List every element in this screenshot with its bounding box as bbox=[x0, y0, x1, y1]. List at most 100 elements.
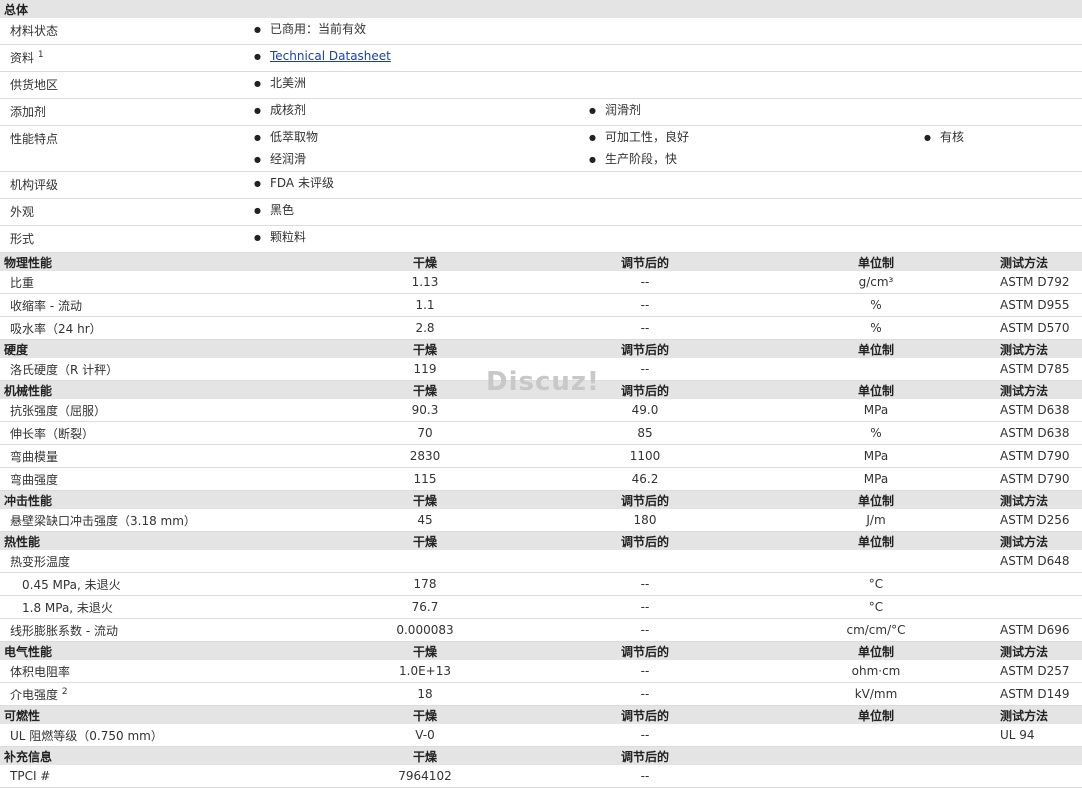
general-section: 总体材料状态 已商用：当前有效资料 1 Technical Datasheet 供货地… bbox=[0, 0, 1082, 253]
unit-value: MPa bbox=[760, 399, 992, 422]
property-name-text: 线形膨胀系数 - 流动 bbox=[10, 623, 118, 638]
col-header-unit: 单位制 bbox=[760, 339, 992, 358]
properties-table: 总体材料状态 已商用：当前有效资料 1 Technical Datasheet 供货地… bbox=[0, 0, 1082, 253]
property-row: TPCI # 7964102 -- bbox=[0, 765, 1082, 788]
unit-value: % bbox=[760, 421, 992, 445]
dry-value: V-0 bbox=[320, 724, 530, 747]
property-name: 弯曲模量 bbox=[0, 444, 320, 468]
general-label: 资料 1 bbox=[0, 44, 250, 72]
dry-value: 1.13 bbox=[320, 271, 530, 294]
general-value bbox=[585, 171, 920, 199]
col-header-empty bbox=[760, 746, 992, 765]
dry-value: 70 bbox=[320, 421, 530, 445]
general-value bbox=[920, 198, 1082, 226]
dry-value: 18 bbox=[320, 682, 530, 706]
unit-value: % bbox=[760, 316, 992, 340]
conditioned-value: 49.0 bbox=[530, 399, 760, 422]
general-value bbox=[920, 98, 1082, 126]
property-name-text: 抗张强度（屈服） bbox=[10, 403, 107, 418]
property-row: 1.8 MPa, 未退火 76.7 -- °C bbox=[0, 595, 1082, 619]
col-header-dry: 干燥 bbox=[320, 641, 530, 660]
section-header: 电气性能 干燥 调节后的 单位制 测试方法 bbox=[0, 641, 1082, 660]
property-name: 吸水率（24 hr） bbox=[0, 316, 320, 340]
property-name-text: 介电强度 bbox=[10, 687, 59, 702]
bullet-item: 北美洲 bbox=[254, 73, 581, 95]
test-method: ASTM D790 bbox=[992, 467, 1082, 491]
conditioned-value: 1100 bbox=[530, 444, 760, 468]
property-name-text: 热变形温度 bbox=[10, 554, 71, 569]
property-name-text: TPCI # bbox=[10, 769, 51, 783]
property-name: 介电强度 2 bbox=[0, 682, 320, 706]
section-header-general: 总体 bbox=[0, 0, 1082, 18]
general-value bbox=[920, 18, 1082, 45]
section-header: 可燃性 干燥 调节后的 单位制 测试方法 bbox=[0, 705, 1082, 724]
section-title: 电气性能 bbox=[0, 641, 320, 660]
property-name: 热变形温度 bbox=[0, 550, 320, 573]
label-text: 添加剂 bbox=[10, 105, 47, 119]
property-row: 0.45 MPa, 未退火 178 -- °C bbox=[0, 572, 1082, 596]
conditioned-value: -- bbox=[530, 572, 760, 596]
property-name: 体积电阻率 bbox=[0, 660, 320, 683]
dry-value: 1.0E+13 bbox=[320, 660, 530, 683]
property-name: UL 阻燃等级（0.750 mm） bbox=[0, 724, 320, 747]
col-header-unit: 单位制 bbox=[760, 253, 992, 271]
bullet-item: 低萃取物 bbox=[254, 127, 581, 149]
bullet-item: 经润滑 bbox=[254, 149, 581, 171]
conditioned-value: -- bbox=[530, 358, 760, 381]
col-header-unit: 单位制 bbox=[760, 705, 992, 724]
unit-value: °C bbox=[760, 595, 992, 619]
unit-value bbox=[760, 550, 992, 573]
property-row: 抗张强度（屈服） 90.3 49.0 MPa ASTM D638 bbox=[0, 399, 1082, 422]
general-row: 性能特点 低萃取物经润滑可加工性，良好生产阶段，快有核 bbox=[0, 125, 1082, 172]
general-value bbox=[585, 225, 920, 253]
col-header-dry: 干燥 bbox=[320, 490, 530, 509]
dry-value: 119 bbox=[320, 358, 530, 381]
unit-value: MPa bbox=[760, 444, 992, 468]
section-header: 物理性能 干燥 调节后的 单位制 测试方法 bbox=[0, 253, 1082, 271]
property-name: TPCI # bbox=[0, 765, 320, 788]
section-title: 机械性能 bbox=[0, 380, 320, 399]
col-header-dry: 干燥 bbox=[320, 253, 530, 271]
property-row: 弯曲强度 115 46.2 MPa ASTM D790 bbox=[0, 467, 1082, 491]
test-method: ASTM D785 bbox=[992, 358, 1082, 381]
property-name-text: 1.8 MPa, 未退火 bbox=[22, 600, 113, 615]
conditioned-value: -- bbox=[530, 271, 760, 294]
label-text: 资料 bbox=[10, 51, 35, 65]
general-label: 机构评级 bbox=[0, 171, 250, 199]
col-header-unit: 单位制 bbox=[760, 380, 992, 399]
property-row: 介电强度 2 18 -- kV/mm ASTM D149 bbox=[0, 682, 1082, 706]
property-name-text: 洛氏硬度（R 计秤） bbox=[10, 362, 119, 377]
col-header-conditioned: 调节后的 bbox=[530, 253, 760, 271]
unit-value: °C bbox=[760, 572, 992, 596]
general-row: 添加剂 成核剂润滑剂 bbox=[0, 98, 1082, 126]
property-name: 伸长率（断裂） bbox=[0, 421, 320, 445]
test-method: ASTM D638 bbox=[992, 421, 1082, 445]
col-header-conditioned: 调节后的 bbox=[530, 705, 760, 724]
test-method: ASTM D792 bbox=[992, 271, 1082, 294]
bullet-item: 黑色 bbox=[254, 200, 581, 222]
general-label: 性能特点 bbox=[0, 125, 250, 172]
property-name-text: 吸水率（24 hr） bbox=[10, 321, 102, 336]
dry-value: 45 bbox=[320, 509, 530, 532]
section-title: 冲击性能 bbox=[0, 490, 320, 509]
section-title: 总体 bbox=[0, 0, 1082, 18]
general-value bbox=[585, 71, 920, 99]
property-name: 洛氏硬度（R 计秤） bbox=[0, 358, 320, 381]
general-row: 材料状态 已商用：当前有效 bbox=[0, 18, 1082, 45]
section-header: 热性能 干燥 调节后的 单位制 测试方法 bbox=[0, 531, 1082, 550]
property-row: 比重 1.13 -- g/cm³ ASTM D792 bbox=[0, 271, 1082, 294]
general-value bbox=[585, 198, 920, 226]
label-text: 性能特点 bbox=[10, 132, 59, 146]
unit-value: ohm·cm bbox=[760, 660, 992, 683]
bullet-item: Technical Datasheet bbox=[254, 46, 1078, 68]
col-header-conditioned: 调节后的 bbox=[530, 380, 760, 399]
unit-value bbox=[760, 765, 992, 788]
datasheet-link[interactable]: Technical Datasheet bbox=[270, 49, 391, 63]
bullet-item: 颗粒料 bbox=[254, 227, 581, 249]
dry-value: 76.7 bbox=[320, 595, 530, 619]
property-name: 比重 bbox=[0, 271, 320, 294]
label-text: 外观 bbox=[10, 205, 35, 219]
col-header-method: 测试方法 bbox=[992, 339, 1082, 358]
col-header-method: 测试方法 bbox=[992, 531, 1082, 550]
test-method: ASTM D696 bbox=[992, 618, 1082, 642]
